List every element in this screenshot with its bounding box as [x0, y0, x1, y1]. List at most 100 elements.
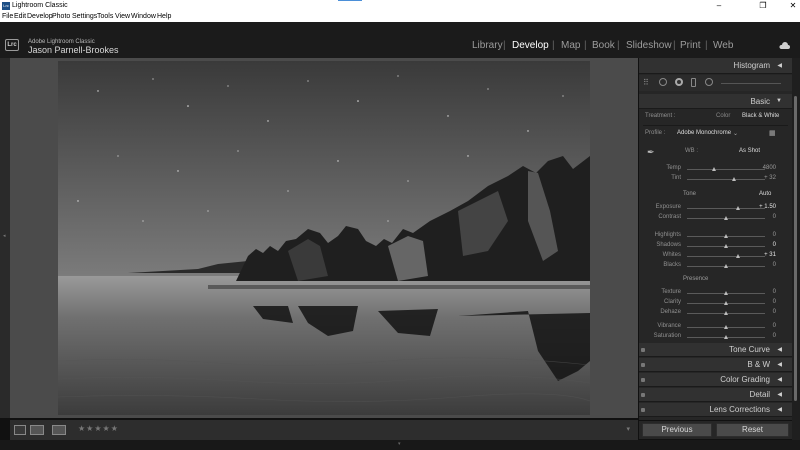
- menu-tools[interactable]: Tools: [97, 12, 113, 22]
- color-grading-title: Color Grading: [720, 375, 770, 384]
- profile-browser-icon[interactable]: ▦: [769, 129, 776, 137]
- slider-value[interactable]: + 1.50: [754, 204, 776, 210]
- module-slideshow[interactable]: Slideshow: [626, 40, 672, 51]
- basic-panel-header[interactable]: Basic ▼: [639, 94, 792, 109]
- menu-photo[interactable]: Photo: [52, 12, 70, 22]
- collapse-triangle-icon: ◀: [777, 377, 782, 383]
- module-print[interactable]: Print: [680, 40, 701, 51]
- module-map[interactable]: Map: [561, 40, 580, 51]
- tone-curve-panel-header[interactable]: Tone Curve ◀: [639, 343, 792, 357]
- menu-settings[interactable]: Settings: [72, 12, 97, 22]
- expand-triangle-icon: ▼: [776, 98, 782, 104]
- slider-handle[interactable]: [724, 244, 728, 248]
- title-bar-accent: [338, 0, 362, 1]
- panel-toggle-switch-icon[interactable]: [641, 393, 645, 397]
- previous-button[interactable]: Previous: [642, 423, 712, 437]
- lens-corrections-title: Lens Corrections: [709, 405, 770, 414]
- slider-handle[interactable]: [724, 234, 728, 238]
- menu-file[interactable]: File: [2, 12, 13, 22]
- panel-toggle-switch-icon[interactable]: [641, 378, 645, 382]
- detail-panel-header[interactable]: Detail ◀: [639, 388, 792, 402]
- left-panel-collapsed[interactable]: ◂: [0, 58, 10, 418]
- tool-strip: ⠿: [639, 75, 792, 91]
- before-after-icon[interactable]: [30, 425, 44, 435]
- menu-help[interactable]: Help: [157, 12, 171, 22]
- collapse-triangle-icon: ◀: [777, 392, 782, 398]
- slider-label: Texture: [661, 289, 681, 295]
- lens-corrections-panel-header[interactable]: Lens Corrections ◀: [639, 403, 792, 417]
- profile-chevron-icon[interactable]: ⌄: [733, 130, 738, 137]
- slider-value[interactable]: + 31: [754, 252, 776, 258]
- slider-handle[interactable]: [724, 291, 728, 295]
- red-eye-icon[interactable]: [691, 78, 696, 87]
- tone-curve-title: Tone Curve: [729, 345, 770, 354]
- panel-toggle-switch-icon[interactable]: [641, 408, 645, 412]
- reset-button[interactable]: Reset: [716, 423, 789, 437]
- slider-handle[interactable]: [735, 206, 740, 210]
- right-panel-scrollbar[interactable]: [792, 58, 800, 440]
- scrollbar-thumb[interactable]: [794, 96, 797, 401]
- slider-handle[interactable]: [724, 216, 728, 220]
- loupe-view-icon[interactable]: [14, 425, 26, 435]
- tone-auto-button[interactable]: Auto: [759, 191, 771, 197]
- filmstrip-collapsed[interactable]: ▾: [0, 440, 800, 450]
- collapse-triangle-icon: ◀: [777, 347, 782, 353]
- color-grading-panel-header[interactable]: Color Grading ◀: [639, 373, 792, 387]
- toolbar-menu-chevron-icon[interactable]: ▾: [626, 425, 630, 433]
- module-library[interactable]: Library: [472, 40, 503, 51]
- menu-develop[interactable]: Develop: [27, 12, 53, 22]
- slider-handle[interactable]: [731, 177, 736, 181]
- slider-handle[interactable]: [724, 264, 728, 268]
- slider-handle[interactable]: [724, 311, 728, 315]
- minimize-icon[interactable]: –: [712, 0, 726, 12]
- slider-value[interactable]: 4800: [754, 165, 776, 171]
- masking-icon[interactable]: [705, 78, 713, 86]
- slider-value[interactable]: 0: [754, 289, 776, 295]
- treatment-color[interactable]: Color: [716, 113, 730, 119]
- crop-icon[interactable]: [659, 78, 667, 86]
- slider-handle[interactable]: [735, 254, 740, 258]
- slider-value[interactable]: 0: [754, 232, 776, 238]
- menu-window[interactable]: Window: [131, 12, 156, 22]
- spot-removal-icon[interactable]: [675, 78, 683, 86]
- menu-view[interactable]: View: [115, 12, 130, 22]
- histogram-panel-header[interactable]: Histogram ◀: [639, 58, 792, 74]
- slider-value[interactable]: 0: [754, 309, 776, 315]
- wb-dropdown[interactable]: As Shot: [739, 148, 760, 154]
- slider-label: Contrast: [658, 214, 681, 220]
- slider-handle[interactable]: [724, 301, 728, 305]
- tool-slider-track[interactable]: [721, 83, 781, 84]
- before-after-split-icon[interactable]: [52, 425, 66, 435]
- panel-footer: Previous Reset: [639, 421, 792, 439]
- close-icon[interactable]: ✕: [786, 0, 800, 12]
- wb-eyedropper-icon[interactable]: ✒: [647, 147, 655, 158]
- panel-toggle-switch-icon[interactable]: [641, 363, 645, 367]
- grid-icon[interactable]: ⠿: [643, 78, 649, 87]
- slider-value[interactable]: 0: [754, 323, 776, 329]
- module-develop[interactable]: Develop: [512, 40, 549, 51]
- module-book[interactable]: Book: [592, 40, 615, 51]
- slider-value[interactable]: 0: [754, 262, 776, 268]
- slider-value[interactable]: + 32: [754, 175, 776, 181]
- slider-handle[interactable]: [724, 325, 728, 329]
- slider-value[interactable]: 0: [754, 214, 776, 220]
- slider-value[interactable]: 0: [754, 242, 776, 248]
- treatment-black-white[interactable]: Black & White: [742, 113, 779, 119]
- left-panel-toggle-icon[interactable]: ◂: [3, 233, 6, 239]
- slider-label: Clarity: [663, 299, 681, 305]
- module-web[interactable]: Web: [713, 40, 733, 51]
- panel-toggle-switch-icon[interactable]: [641, 348, 645, 352]
- cloud-sync-icon[interactable]: [778, 42, 790, 50]
- slider-handle[interactable]: [724, 335, 728, 339]
- bw-title: B & W: [747, 360, 770, 369]
- profile-dropdown[interactable]: Adobe Monochrome: [677, 130, 731, 136]
- slider-value[interactable]: 0: [754, 299, 776, 305]
- menu-edit[interactable]: Edit: [14, 12, 26, 22]
- rating-stars[interactable]: ★★★★★: [78, 424, 119, 433]
- bw-panel-header[interactable]: B & W ◀: [639, 358, 792, 372]
- filmstrip-toggle-icon[interactable]: ▾: [398, 441, 401, 447]
- slider-value[interactable]: 0: [754, 333, 776, 339]
- slider-handle[interactable]: [711, 167, 716, 171]
- maximize-icon[interactable]: ❐: [756, 0, 770, 12]
- collapse-triangle-icon: ◀: [777, 362, 782, 368]
